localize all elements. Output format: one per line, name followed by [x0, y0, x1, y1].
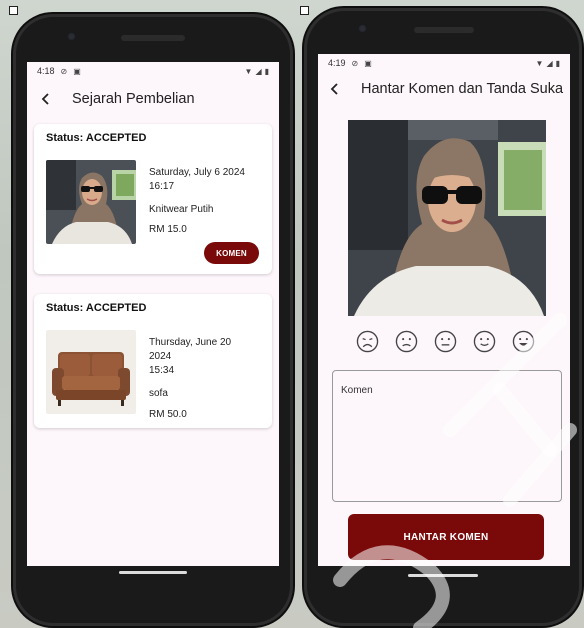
order-status: Status: ACCEPTED — [46, 302, 147, 314]
home-gesture-bar[interactable] — [408, 574, 478, 577]
product-image — [46, 160, 136, 244]
order-time: 16:17 — [149, 181, 175, 192]
product-image — [46, 330, 136, 414]
selection-handle — [300, 6, 309, 15]
wifi-icon: ▼ — [535, 58, 544, 68]
wifi-icon: ▼ — [244, 66, 253, 76]
back-arrow-icon[interactable] — [35, 88, 57, 110]
comment-screen: 4:19 ⊘ ▣ ▼ ◢ ▮ Hantar Komen dan Tanda Su… — [318, 54, 570, 566]
woman-selfie-photo — [46, 160, 136, 244]
rating-faces — [356, 330, 535, 353]
status-time: 4:18 — [37, 66, 55, 76]
very-sad-face-icon[interactable] — [356, 330, 379, 353]
product-photo — [348, 120, 546, 316]
order-price: RM 50.0 — [149, 409, 187, 420]
signal-icon: ◢ — [546, 58, 553, 68]
battery-icon: ▮ — [264, 66, 269, 76]
battery-icon: ▮ — [555, 58, 560, 68]
purchase-history-screen: 4:18 ⊘ ▣ ▼ ◢ ▮ Sejarah Pembelian Status:… — [27, 62, 279, 566]
order-card[interactable]: Status: ACCEPTED Saturday, July 6 2024 1… — [34, 124, 272, 274]
komen-button[interactable]: KOMEN — [204, 242, 259, 264]
smile-face-icon[interactable] — [473, 330, 496, 353]
order-price: RM 15.0 — [149, 224, 187, 235]
status-bar: 4:18 ⊘ ▣ ▼ ◢ ▮ — [27, 62, 279, 80]
comment-placeholder: Komen — [341, 385, 373, 396]
notification-icon: ▣ — [73, 66, 81, 76]
order-item-name: Knitwear Putih — [149, 204, 214, 215]
grin-face-icon[interactable] — [512, 330, 535, 353]
dnd-icon: ⊘ — [60, 66, 68, 76]
brown-sofa-photo — [46, 330, 136, 414]
page-title: Hantar Komen dan Tanda Suka — [361, 81, 564, 97]
front-camera — [67, 32, 76, 41]
comment-textarea[interactable]: Komen — [332, 370, 562, 502]
order-date: Saturday, July 6 2024 — [149, 167, 245, 178]
app-bar: Sejarah Pembelian — [27, 82, 279, 116]
page-title: Sejarah Pembelian — [72, 91, 195, 107]
signal-icon: ◢ — [255, 66, 262, 76]
woman-selfie-photo — [348, 120, 546, 316]
order-status: Status: ACCEPTED — [46, 132, 147, 144]
speaker-grille — [121, 35, 185, 41]
neutral-face-icon[interactable] — [434, 330, 457, 353]
home-gesture-bar[interactable] — [119, 571, 187, 574]
dnd-icon: ⊘ — [351, 58, 359, 68]
status-time: 4:19 — [328, 58, 346, 68]
order-item-name: sofa — [149, 388, 168, 399]
app-bar: Hantar Komen dan Tanda Suka — [318, 72, 570, 106]
notification-icon: ▣ — [364, 58, 372, 68]
speaker-grille — [414, 27, 474, 33]
order-card[interactable]: Status: ACCEPTED Thursday, June 20 2024 — [34, 294, 272, 428]
phone-frame-left: 4:18 ⊘ ▣ ▼ ◢ ▮ Sejarah Pembelian Status:… — [13, 14, 293, 626]
selection-handle — [9, 6, 18, 15]
order-date: Thursday, June 20 — [149, 337, 232, 348]
back-arrow-icon[interactable] — [324, 78, 346, 100]
phone-frame-right: 4:19 ⊘ ▣ ▼ ◢ ▮ Hantar Komen dan Tanda Su… — [304, 8, 582, 626]
sad-face-icon[interactable] — [395, 330, 418, 353]
order-time: 15:34 — [149, 365, 175, 376]
submit-comment-button[interactable]: HANTAR KOMEN — [348, 514, 544, 560]
order-date-year: 2024 — [149, 351, 172, 362]
status-bar: 4:19 ⊘ ▣ ▼ ◢ ▮ — [318, 54, 570, 72]
front-camera — [358, 24, 367, 33]
